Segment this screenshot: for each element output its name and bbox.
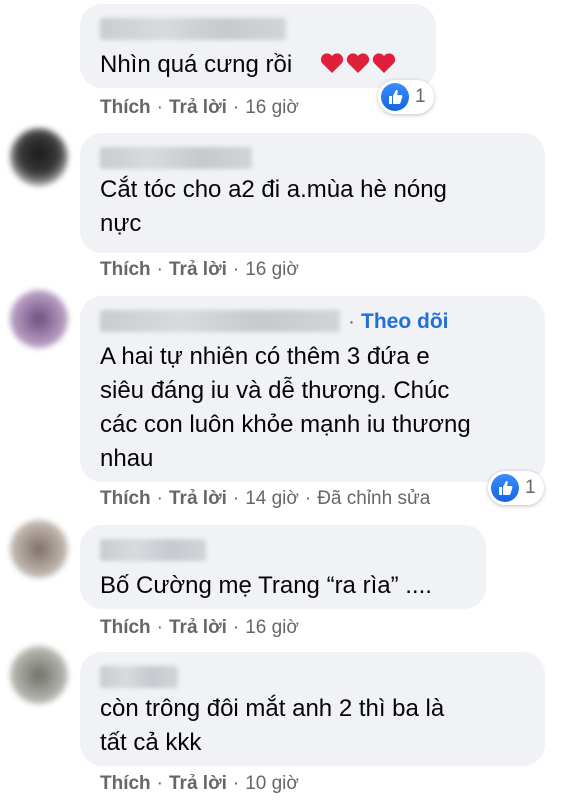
comment-bubble: · Theo dõi A hai tự nhiên có thêm 3 đứa e… (80, 296, 545, 482)
hearts-emoji (318, 52, 396, 74)
reaction-badge[interactable]: 1 (378, 80, 434, 114)
avatar[interactable] (10, 646, 68, 704)
reply-link[interactable]: Trả lời (169, 259, 227, 280)
author-name-blurred[interactable] (100, 666, 178, 688)
reply-link[interactable]: Trả lời (169, 617, 227, 638)
comment-actions: Thích · Trả lời · 14 giờ · Đã chỉnh sửa (100, 488, 431, 509)
avatar[interactable] (10, 128, 68, 186)
comment-text: Nhìn quá cưng rồi (100, 51, 293, 78)
comment-actions: Thích · Trả lời · 16 giờ (100, 617, 299, 638)
timestamp[interactable]: 16 giờ (245, 259, 299, 280)
reply-link[interactable]: Trả lời (169, 97, 227, 118)
heart-icon (346, 53, 370, 73)
reaction-count: 1 (525, 477, 536, 498)
like-link[interactable]: Thích (100, 488, 151, 509)
comment-text: Cắt tóc cho a2 đi a.mùa hè nóng nực (100, 176, 447, 237)
author-name-blurred[interactable] (100, 18, 286, 40)
timestamp[interactable]: 16 giờ (245, 97, 299, 118)
reaction-badge[interactable]: 1 (488, 471, 544, 505)
like-link[interactable]: Thích (100, 259, 151, 280)
comment-bubble: Cắt tóc cho a2 đi a.mùa hè nóng nực (80, 133, 545, 253)
like-icon (491, 474, 519, 502)
like-icon (381, 83, 409, 111)
avatar[interactable] (10, 520, 68, 578)
author-name-blurred[interactable] (100, 147, 252, 169)
timestamp[interactable]: 14 giờ (245, 488, 299, 509)
reply-link[interactable]: Trả lời (169, 488, 227, 509)
comment-actions: Thích · Trả lời · 16 giờ (100, 97, 299, 118)
author-name-blurred[interactable] (100, 310, 340, 332)
timestamp[interactable]: 10 giờ (245, 773, 299, 794)
comment-text: A hai tự nhiên có thêm 3 đứa e siêu đáng… (100, 343, 471, 472)
like-link[interactable]: Thích (100, 617, 151, 638)
reaction-count: 1 (415, 86, 426, 107)
follow-link[interactable]: · Theo dõi (348, 310, 449, 334)
timestamp[interactable]: 16 giờ (245, 617, 299, 638)
comment-actions: Thích · Trả lời · 10 giờ (100, 773, 299, 794)
reply-link[interactable]: Trả lời (169, 773, 227, 794)
comment-actions: Thích · Trả lời · 16 giờ (100, 259, 299, 280)
like-link[interactable]: Thích (100, 773, 151, 794)
comment-bubble: Bố Cường mẹ Trang “ra rìa” .... (80, 525, 486, 609)
heart-icon (320, 53, 344, 73)
comment-text: còn trông đôi mắt anh 2 thì ba là tất cả… (100, 695, 445, 756)
edited-label[interactable]: Đã chỉnh sửa (317, 488, 430, 509)
comment-bubble: còn trông đôi mắt anh 2 thì ba là tất cả… (80, 652, 545, 766)
comment-text: Bố Cường mẹ Trang “ra rìa” .... (100, 572, 432, 599)
heart-icon (372, 53, 396, 73)
avatar[interactable] (10, 290, 68, 348)
like-link[interactable]: Thích (100, 97, 151, 118)
comment-bubble: Nhìn quá cưng rồi (80, 4, 436, 88)
follow-label: Theo dõi (361, 310, 449, 333)
author-name-blurred[interactable] (100, 539, 206, 561)
